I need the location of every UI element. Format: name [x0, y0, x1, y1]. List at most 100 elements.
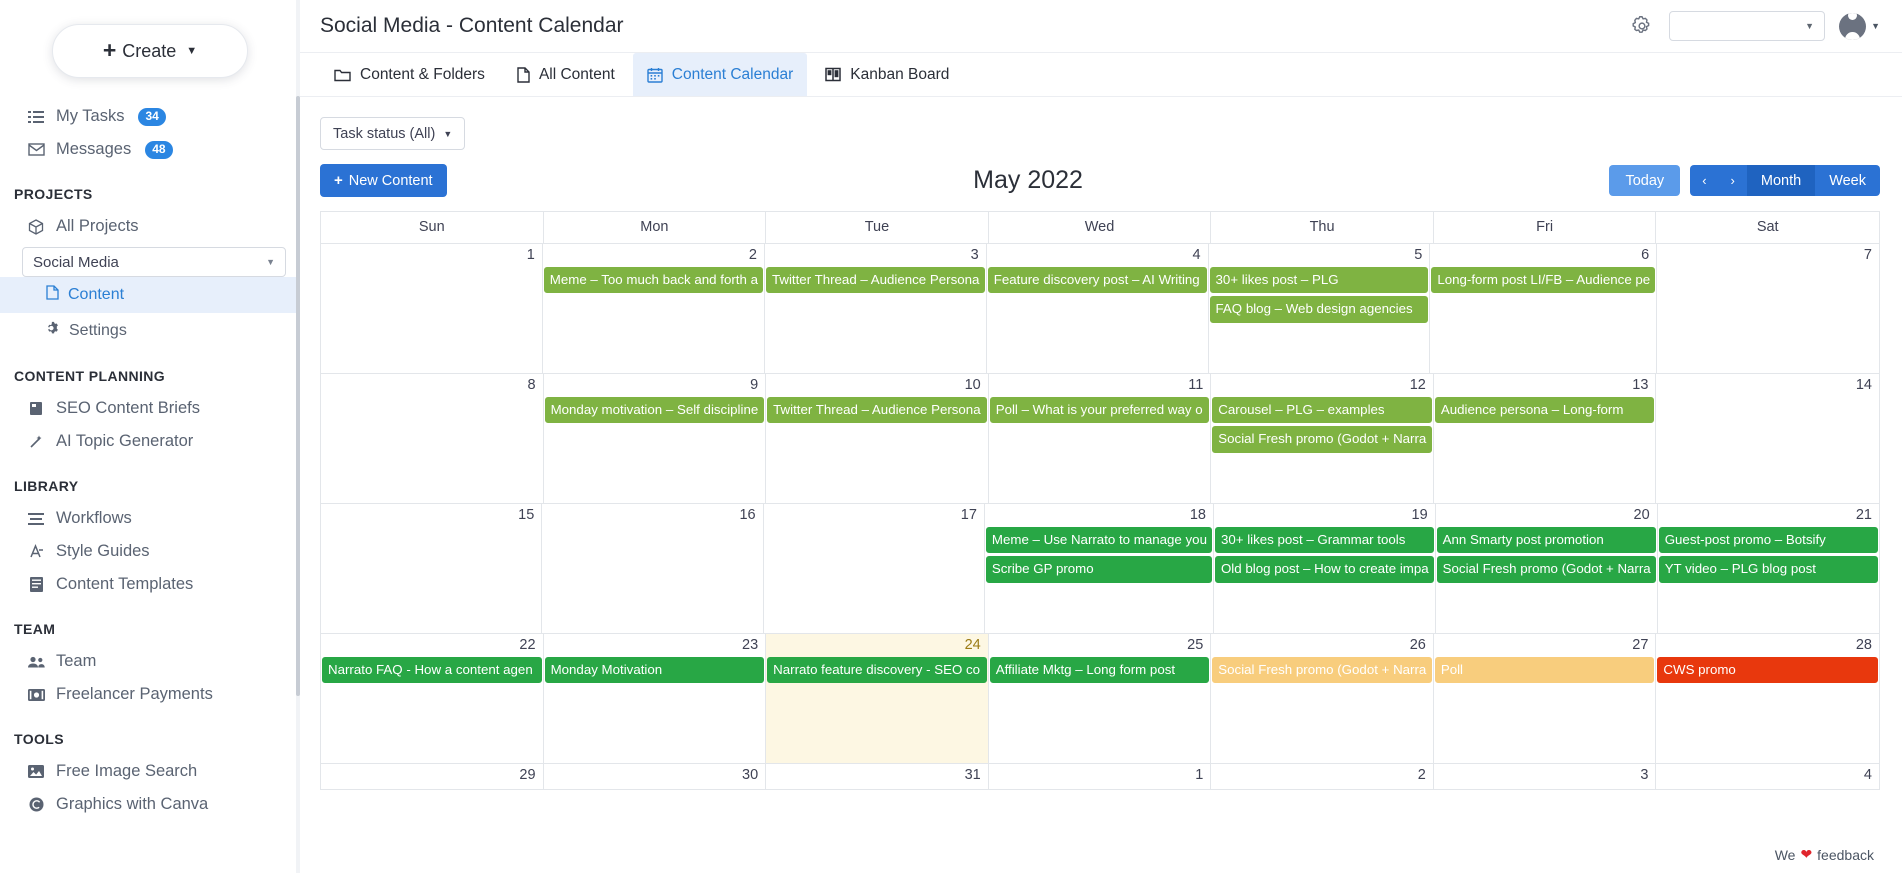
calendar-event[interactable]: Monday motivation – Self discipline: [544, 397, 765, 424]
tab-kanban-board[interactable]: Kanban Board: [811, 53, 963, 96]
calendar-event[interactable]: Old blog post – How to create impa: [1214, 556, 1434, 583]
calendar-event[interactable]: Feature discovery post – AI Writing: [987, 267, 1207, 294]
calendar-day-cell[interactable]: 3 Twitter Thread – Audience Persona: [764, 244, 987, 374]
calendar-event[interactable]: Affiliate Mktg – Long form post: [989, 657, 1210, 684]
document-icon: [46, 285, 59, 305]
calendar-day-cell[interactable]: 3: [1433, 764, 1657, 790]
calendar-day-cell[interactable]: 1: [988, 764, 1212, 790]
sidebar-item-label: All Projects: [56, 217, 139, 235]
calendar-day-cell[interactable]: 19 30+ likes post – Grammar tools Old blog…: [1213, 504, 1436, 634]
calendar-day-cell[interactable]: 26 Social Fresh promo (Godot + Narra: [1211, 634, 1434, 764]
sidebar-item-my-tasks[interactable]: My Tasks 34: [0, 100, 300, 133]
create-button[interactable]: + Create ▼: [52, 24, 248, 78]
workspace-select[interactable]: ▼: [1669, 11, 1826, 41]
calendar-day-cell[interactable]: 13 Audience persona – Long-form: [1433, 374, 1657, 504]
calendar-day-cell[interactable]: 17: [763, 504, 985, 634]
today-button[interactable]: Today: [1609, 165, 1681, 196]
calendar-day-cell[interactable]: 9 Monday motivation – Self discipline: [543, 374, 767, 504]
month-view-button[interactable]: Month: [1746, 165, 1816, 196]
project-select[interactable]: Social Media ▼: [22, 247, 286, 277]
calendar-event[interactable]: Social Fresh promo (Godot + Narra: [1436, 556, 1656, 583]
calendar-event[interactable]: FAQ blog – Web design agencies: [1209, 296, 1429, 323]
calendar-day-cell[interactable]: 1: [321, 244, 543, 374]
calendar-event[interactable]: Social Fresh promo (Godot + Narra: [1212, 426, 1432, 453]
calendar-day-cell[interactable]: 24 Narrato feature discovery - SEO co: [766, 634, 989, 764]
calendar-event[interactable]: Poll – What is your preferred way o: [989, 397, 1210, 424]
calendar-event[interactable]: Long-form post LI/FB – Audience pe: [1431, 267, 1656, 294]
calendar-day-cell[interactable]: 10 Twitter Thread – Audience Persona: [766, 374, 989, 504]
calendar-day-cell[interactable]: 5 30+ likes post – PLG FAQ blog – Web desi…: [1208, 244, 1431, 374]
sidebar-item-ai-topic-generator[interactable]: AI Topic Generator: [0, 425, 300, 458]
calendar-day-cell[interactable]: 7: [1657, 244, 1879, 374]
feedback-widget[interactable]: We ❤ feedback: [1770, 844, 1878, 865]
tab-all-content[interactable]: All Content: [503, 53, 629, 96]
sidebar-item-free-image-search[interactable]: Free Image Search: [0, 755, 300, 788]
calendar-event[interactable]: CWS promo: [1657, 657, 1878, 684]
tab-content-and-folders[interactable]: Content & Folders: [320, 53, 499, 96]
sidebar-item-seo-content-briefs[interactable]: SEO Content Briefs: [0, 392, 300, 425]
calendar-day-cell[interactable]: 14: [1656, 374, 1879, 504]
sidebar-item-messages[interactable]: Messages 48: [0, 133, 300, 166]
calendar-event[interactable]: 30+ likes post – PLG: [1209, 267, 1429, 294]
sidebar-item-style-guides[interactable]: Style Guides: [0, 535, 300, 568]
day-events: Social Fresh promo (Godot + Narra: [1211, 657, 1433, 684]
calendar-event[interactable]: Twitter Thread – Audience Persona: [767, 397, 987, 424]
new-content-button[interactable]: + New Content: [320, 164, 447, 197]
calendar-event[interactable]: Twitter Thread – Audience Persona: [765, 267, 985, 294]
calendar-day-cell[interactable]: 20 Ann Smarty post promotion Social Fresh …: [1435, 504, 1658, 634]
calendar-event[interactable]: Narrato feature discovery - SEO co: [767, 657, 987, 684]
next-month-button[interactable]: ›: [1718, 165, 1747, 196]
gear-icon[interactable]: [1629, 13, 1655, 39]
calendar-day-cell[interactable]: 29: [321, 764, 544, 790]
calendar-event[interactable]: Scribe GP promo: [985, 556, 1212, 583]
sidebar-item-workflows[interactable]: Workflows: [0, 502, 300, 535]
calendar-day-cell[interactable]: 6 Long-form post LI/FB – Audience pe: [1430, 244, 1658, 374]
calendar-day-cell[interactable]: 2 Meme – Too much back and forth a: [542, 244, 765, 374]
tab-content-calendar[interactable]: Content Calendar: [632, 53, 808, 96]
task-status-filter[interactable]: Task status (All) ▼: [320, 117, 466, 150]
sidebar-item-team[interactable]: Team: [0, 645, 300, 678]
sidebar-item-content[interactable]: Content: [0, 277, 300, 313]
calendar-day-cell[interactable]: 11 Poll – What is your preferred way o: [988, 374, 1212, 504]
calendar-event[interactable]: Meme – Too much back and forth a: [543, 267, 763, 294]
calendar-event[interactable]: 30+ likes post – Grammar tools: [1214, 527, 1434, 554]
calendar-day-cell[interactable]: 2: [1211, 764, 1434, 790]
calendar-day-cell[interactable]: 27 Poll: [1433, 634, 1657, 764]
calendar-day-cell[interactable]: 4: [1656, 764, 1879, 790]
calendar-event[interactable]: Guest-post promo – Botsify: [1658, 527, 1878, 554]
week-view-button[interactable]: Week: [1815, 165, 1880, 196]
day-events: Ann Smarty post promotion Social Fresh pr…: [1436, 527, 1657, 583]
task-status-filter-label: Task status (All): [333, 125, 436, 142]
calendar-day-cell[interactable]: 15: [321, 504, 543, 634]
calendar-day-cell[interactable]: 18 Meme – Use Narrato to manage you Scribe…: [984, 504, 1214, 634]
calendar-day-cell[interactable]: 21 Guest-post promo – Botsify YT video – P…: [1657, 504, 1879, 634]
calendar-event[interactable]: Social Fresh promo (Godot + Narra: [1212, 657, 1432, 684]
calendar-event[interactable]: Poll: [1434, 657, 1655, 684]
sidebar-item-graphics-with-canva[interactable]: Graphics with Canva: [0, 788, 300, 821]
calendar-day-cell[interactable]: 8: [321, 374, 544, 504]
calendar-event[interactable]: Ann Smarty post promotion: [1436, 527, 1656, 554]
calendar-day-cell[interactable]: 23 Monday Motivation: [543, 634, 767, 764]
calendar-event[interactable]: Monday Motivation: [544, 657, 765, 684]
calendar-event[interactable]: Meme – Use Narrato to manage you: [985, 527, 1212, 554]
calendar-day-cell[interactable]: 28 CWS promo: [1656, 634, 1879, 764]
prev-month-button[interactable]: ‹: [1690, 165, 1719, 196]
calendar-day-cell[interactable]: 16: [542, 504, 764, 634]
calendar-event[interactable]: Carousel – PLG – examples: [1212, 397, 1432, 424]
weekday-sun: Sun: [321, 212, 544, 244]
user-menu[interactable]: ▼: [1839, 12, 1880, 40]
sidebar-item-all-projects[interactable]: All Projects: [0, 210, 300, 243]
calendar-day-cell[interactable]: 12 Carousel – PLG – examples Social Fresh …: [1211, 374, 1434, 504]
calendar-day-cell[interactable]: 25 Affiliate Mktg – Long form post: [988, 634, 1212, 764]
calendar-event[interactable]: Audience persona – Long-form: [1434, 397, 1655, 424]
sidebar-item-freelancer-payments[interactable]: Freelancer Payments: [0, 678, 300, 711]
calendar-day-cell[interactable]: 4 Feature discovery post – AI Writing: [986, 244, 1209, 374]
calendar-day-cell[interactable]: 30: [543, 764, 767, 790]
sidebar-item-content-templates[interactable]: Content Templates: [0, 568, 300, 601]
sidebar-item-settings[interactable]: Settings: [0, 313, 300, 348]
calendar-day-cell[interactable]: 31: [766, 764, 989, 790]
calendar-day-cell[interactable]: 22 Narrato FAQ - How a content agen: [321, 634, 544, 764]
calendar-event[interactable]: YT video – PLG blog post: [1658, 556, 1878, 583]
people-icon: [26, 656, 46, 668]
calendar-event[interactable]: Narrato FAQ - How a content agen: [322, 657, 542, 684]
